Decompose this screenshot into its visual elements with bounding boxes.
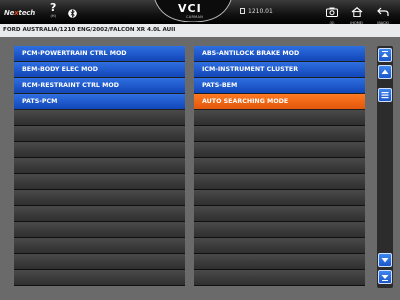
empty-row <box>194 110 365 126</box>
arrow-bottom-icon <box>381 275 389 281</box>
module-grid: PCM-POWERTRAIN CTRL MOD ABS-ANTILOCK BRAK… <box>14 46 369 286</box>
arrow-down-icon <box>381 258 389 263</box>
nextech-logo: Nextech <box>4 9 35 17</box>
scroll-controls <box>377 46 393 288</box>
module-item[interactable]: ABS-ANTILOCK BRAKE MOD <box>194 46 365 62</box>
question-icon: ? <box>50 1 57 14</box>
camera-icon <box>326 7 338 17</box>
scroll-down-button[interactable] <box>378 253 392 267</box>
module-item[interactable]: PCM-POWERTRAIN CTRL MOD <box>14 46 185 62</box>
scroll-bottom-button[interactable] <box>378 270 392 284</box>
home-icon <box>351 7 363 18</box>
empty-row <box>14 254 185 270</box>
empty-row <box>14 238 185 254</box>
home-button[interactable]: (HOME) <box>350 2 363 26</box>
top-toolbar: Nextech ? (H) VCI CARMAN 1210.01 (S) (HO… <box>0 0 400 26</box>
version-indicator: 1210.01 <box>240 8 273 15</box>
empty-row <box>14 222 185 238</box>
empty-row <box>14 142 185 158</box>
version-text: 1210.01 <box>248 8 273 15</box>
vci-title: VCI <box>178 2 202 15</box>
empty-row <box>194 142 365 158</box>
module-list: PCM-POWERTRAIN CTRL MOD ABS-ANTILOCK BRAK… <box>14 46 369 288</box>
screenshot-button[interactable]: (S) <box>326 2 338 26</box>
empty-row <box>194 222 365 238</box>
empty-row <box>14 206 185 222</box>
document-icon <box>240 8 245 14</box>
empty-row <box>14 270 185 286</box>
module-item[interactable]: RCM-RESTRAINT CTRL MOD <box>14 78 185 94</box>
empty-row <box>194 206 365 222</box>
bluetooth-button[interactable] <box>68 4 77 23</box>
scroll-top-button[interactable] <box>378 48 392 62</box>
back-arrow-icon <box>377 7 389 16</box>
empty-row <box>194 174 365 190</box>
module-item[interactable]: PATS-BEM <box>194 78 365 94</box>
scroll-up-button[interactable] <box>378 65 392 79</box>
empty-row <box>194 238 365 254</box>
module-item-selected[interactable]: AUTO SEARCHING MODE <box>194 94 365 110</box>
empty-row <box>194 158 365 174</box>
empty-row <box>194 270 365 286</box>
empty-row <box>14 190 185 206</box>
bluetooth-icon <box>68 9 77 18</box>
empty-row <box>14 174 185 190</box>
help-button[interactable]: ? (H) <box>50 2 56 19</box>
empty-row <box>14 126 185 142</box>
menu-button[interactable] <box>378 88 392 102</box>
breadcrumb: FORD AUSTRALIA/1210 ENG/2002/FALCON XR 4… <box>0 24 400 37</box>
empty-row <box>14 110 185 126</box>
arrow-top-icon <box>381 51 389 57</box>
empty-row <box>14 158 185 174</box>
back-button[interactable]: (BACK) <box>377 2 389 26</box>
module-item[interactable]: ICM-INSTRUMENT CLUSTER <box>194 62 365 78</box>
empty-row <box>194 190 365 206</box>
module-item[interactable]: BEM-BODY ELEC MOD <box>14 62 185 78</box>
module-item[interactable]: PATS-PCM <box>14 94 185 110</box>
menu-icon <box>381 92 389 99</box>
empty-row <box>194 254 365 270</box>
vci-subtitle: CARMAN <box>186 15 204 19</box>
empty-row <box>194 126 365 142</box>
arrow-up-icon <box>381 69 389 74</box>
